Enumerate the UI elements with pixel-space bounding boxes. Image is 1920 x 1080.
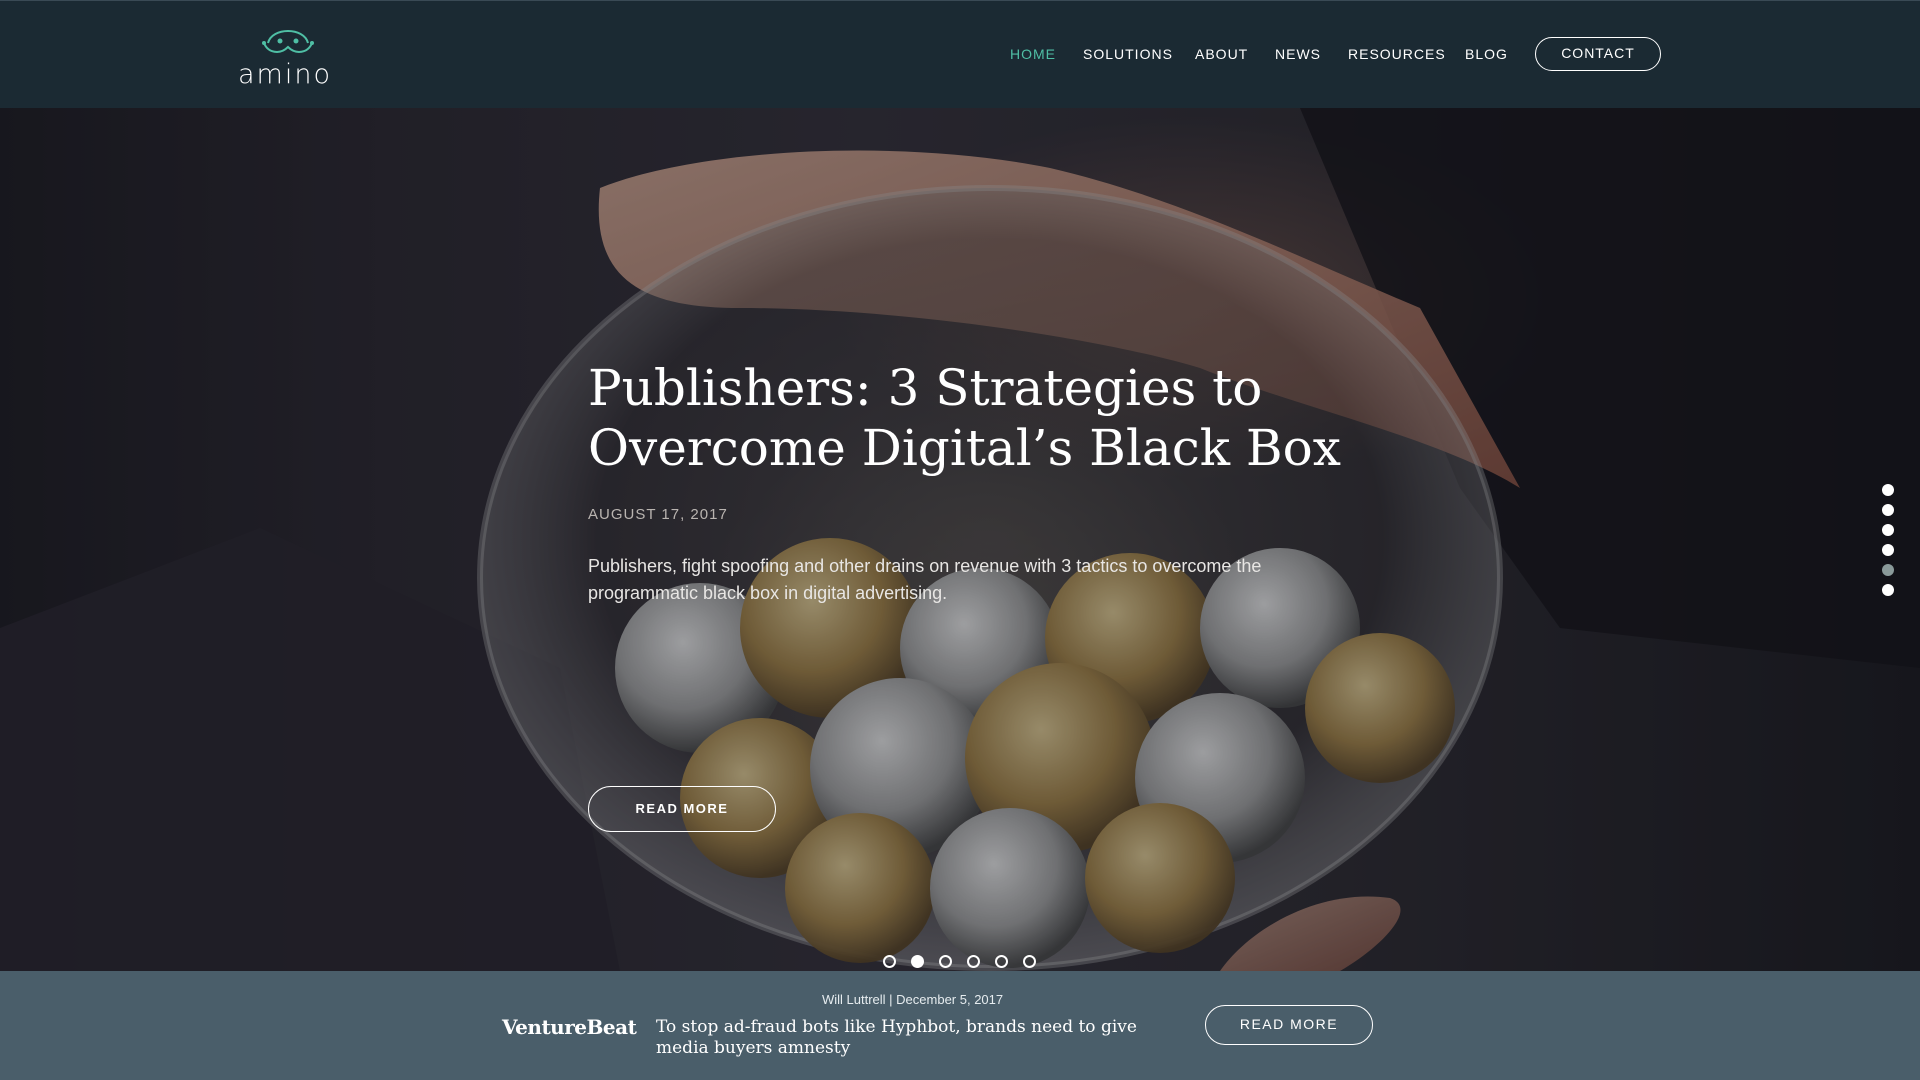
hero-read-more-button[interactable]: READ MORE — [588, 786, 776, 832]
carousel-dot[interactable] — [1023, 955, 1036, 968]
hero-title-line-2: Overcome Digital’s Black Box — [588, 419, 1341, 477]
nav-home[interactable]: HOME — [1010, 46, 1056, 62]
side-dot[interactable] — [1882, 504, 1894, 516]
carousel-dot-active[interactable] — [911, 955, 924, 968]
hero-date: AUGUST 17, 2017 — [588, 506, 728, 523]
side-dot[interactable] — [1882, 524, 1894, 536]
hero-title-line-1: Publishers: 3 Strategies to — [588, 359, 1263, 417]
site-header: amino HOME SOLUTIONS ABOUT NEWS RESOURCE… — [0, 0, 1920, 108]
nav-blog[interactable]: BLOG — [1465, 46, 1508, 62]
news-source-logo: VentureBeat — [502, 1015, 637, 1039]
hero-title: Publishers: 3 Strategies to Overcome Dig… — [588, 358, 1348, 478]
hero-content: Publishers: 3 Strategies to Overcome Dig… — [588, 358, 1348, 832]
carousel-dot[interactable] — [939, 955, 952, 968]
news-headline-line-2: media buyers amnesty — [656, 1038, 851, 1058]
nav-about[interactable]: ABOUT — [1195, 46, 1248, 62]
main-nav: HOME SOLUTIONS ABOUT NEWS RESOURCES BLOG… — [0, 1, 1920, 109]
side-dot[interactable] — [1882, 584, 1894, 596]
news-read-more-button[interactable]: READ MORE — [1205, 1005, 1373, 1045]
side-dot[interactable] — [1882, 484, 1894, 496]
side-dot-active[interactable] — [1882, 564, 1894, 576]
news-ticker: Will Luttrell | December 5, 2017 Venture… — [0, 971, 1920, 1080]
hero-description: Publishers, fight spoofing and other dra… — [588, 556, 1262, 603]
news-headline-line-1: To stop ad-fraud bots like Hyphbot, bran… — [656, 1017, 1137, 1037]
nav-solutions[interactable]: SOLUTIONS — [1083, 46, 1173, 62]
carousel-dot[interactable] — [967, 955, 980, 968]
side-pagination — [1882, 484, 1896, 604]
carousel-dot[interactable] — [883, 955, 896, 968]
carousel-dot[interactable] — [995, 955, 1008, 968]
hero-slider: Publishers: 3 Strategies to Overcome Dig… — [0, 108, 1920, 971]
side-dot[interactable] — [1882, 544, 1894, 556]
contact-button[interactable]: CONTACT — [1535, 37, 1661, 71]
nav-news[interactable]: NEWS — [1275, 46, 1321, 62]
news-headline[interactable]: To stop ad-fraud bots like Hyphbot, bran… — [656, 1017, 1176, 1059]
carousel-pagination — [883, 955, 1051, 971]
nav-resources[interactable]: RESOURCES — [1348, 46, 1446, 62]
news-meta: Will Luttrell | December 5, 2017 — [822, 992, 1004, 1007]
